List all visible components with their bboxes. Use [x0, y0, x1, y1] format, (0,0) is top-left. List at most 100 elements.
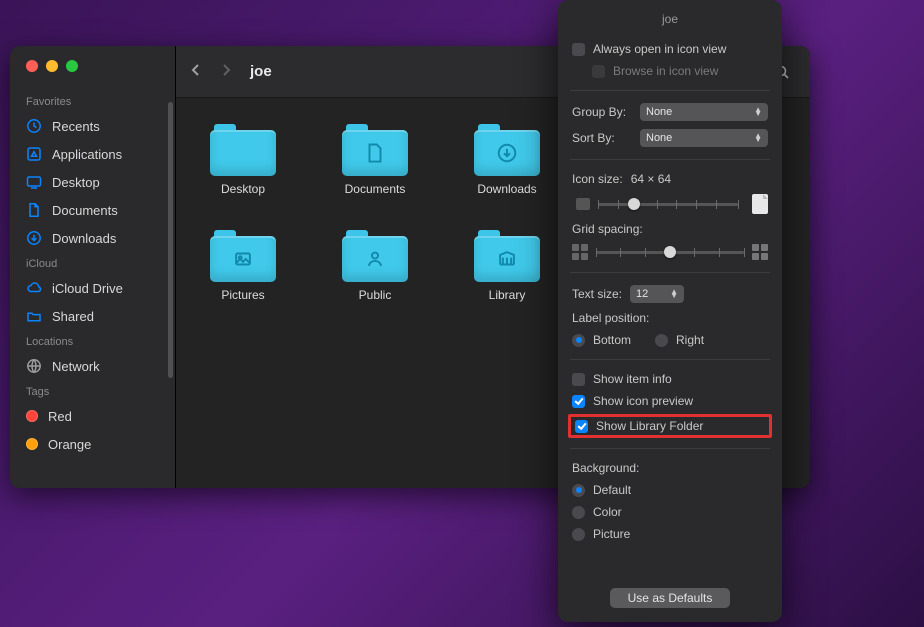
view-options-panel: joe Always open in icon view Browse in i…	[558, 0, 782, 622]
fullscreen-window-button[interactable]	[66, 60, 78, 72]
sidebar-tag-red[interactable]: Red	[10, 402, 175, 430]
sidebar-heading-favorites: Favorites	[10, 90, 175, 112]
folder-label: Public	[359, 288, 392, 302]
select-arrows-icon: ▲▼	[754, 134, 762, 142]
desktop-icon	[26, 174, 42, 190]
folder-documents[interactable]: Documents	[332, 124, 418, 196]
sidebar-scrollbar[interactable]	[168, 102, 173, 378]
select-value: 12	[636, 288, 648, 300]
show-item-info-row[interactable]: Show item info	[572, 372, 768, 386]
grid-spacing-slider-row	[572, 244, 768, 260]
checkbox-unchecked-icon	[572, 373, 585, 386]
background-color-row[interactable]: Color	[572, 505, 768, 519]
sidebar-item-icloud-drive[interactable]: iCloud Drive	[10, 274, 175, 302]
grid-spacing-label-row: Grid spacing:	[572, 222, 768, 236]
sidebar-item-desktop[interactable]: Desktop	[10, 168, 175, 196]
background-default-row[interactable]: Default	[572, 483, 768, 497]
checkbox-unchecked-icon	[572, 43, 585, 56]
sidebar-tag-orange[interactable]: Orange	[10, 430, 175, 458]
icon-size-slider[interactable]	[598, 196, 738, 212]
document-icon	[26, 202, 42, 218]
minimize-window-button[interactable]	[46, 60, 58, 72]
folder-icon	[210, 230, 276, 282]
label-position-radios: Bottom Right	[572, 333, 768, 347]
background-label: Background:	[572, 461, 639, 475]
radio-color[interactable]	[572, 506, 585, 519]
folder-label: Desktop	[221, 182, 265, 196]
text-size-label: Text size:	[572, 287, 622, 301]
clock-icon	[26, 118, 42, 134]
folder-downloads[interactable]: Downloads	[464, 124, 550, 196]
background-label-row: Background:	[572, 461, 768, 475]
sidebar-item-label: Recents	[52, 119, 100, 134]
use-as-defaults-button[interactable]: Use as Defaults	[610, 588, 731, 608]
separator	[570, 448, 770, 449]
sidebar-item-recents[interactable]: Recents	[10, 112, 175, 140]
sidebar-item-label: Downloads	[52, 231, 116, 246]
sidebar-heading-icloud: iCloud	[10, 252, 175, 274]
folder-desktop[interactable]: Desktop	[200, 124, 286, 196]
folder-pictures[interactable]: Pictures	[200, 230, 286, 302]
radio-label: Picture	[593, 527, 630, 541]
checkbox-disabled-icon	[592, 65, 605, 78]
grid-spacing-slider[interactable]	[596, 244, 744, 260]
grid-large-icon	[752, 244, 768, 260]
sort-by-select[interactable]: None ▲▼	[640, 129, 768, 147]
small-folder-icon	[576, 198, 590, 210]
radio-bottom[interactable]	[572, 334, 585, 347]
select-arrows-icon: ▲▼	[754, 108, 762, 116]
icon-size-value: 64 × 64	[631, 172, 671, 186]
folder-icon	[474, 124, 540, 176]
applications-icon	[26, 146, 42, 162]
group-by-select[interactable]: None ▲▼	[640, 103, 768, 121]
tag-dot-red-icon	[26, 410, 38, 422]
folder-icon	[342, 230, 408, 282]
sidebar-item-label: Red	[48, 409, 72, 424]
separator	[570, 90, 770, 91]
folder-icon	[342, 124, 408, 176]
sidebar-item-shared[interactable]: Shared	[10, 302, 175, 330]
icon-size-label: Icon size:	[572, 172, 623, 186]
forward-button[interactable]	[220, 62, 232, 81]
group-by-label: Group By:	[572, 105, 632, 119]
window-controls	[10, 60, 175, 72]
sidebar-item-label: iCloud Drive	[52, 281, 123, 296]
radio-right[interactable]	[655, 334, 668, 347]
panel-footer: Use as Defaults	[572, 578, 768, 608]
panel-title: joe	[572, 8, 768, 34]
text-size-row: Text size: 12 ▲▼	[572, 285, 768, 303]
large-page-icon	[752, 194, 768, 214]
finder-sidebar: Favorites Recents Applications Desktop D…	[10, 46, 176, 488]
group-by-row: Group By: None ▲▼	[572, 103, 768, 121]
folder-public[interactable]: Public	[332, 230, 418, 302]
checkbox-checked-icon	[575, 420, 588, 433]
sidebar-item-network[interactable]: Network	[10, 352, 175, 380]
checkbox-label: Show Library Folder	[596, 419, 703, 433]
checkbox-label: Show item info	[593, 372, 672, 386]
background-picture-row[interactable]: Picture	[572, 527, 768, 541]
show-library-folder-row[interactable]: Show Library Folder	[568, 414, 772, 438]
close-window-button[interactable]	[26, 60, 38, 72]
cloud-icon	[26, 280, 42, 296]
sort-by-label: Sort By:	[572, 131, 632, 145]
sidebar-item-label: Network	[52, 359, 100, 374]
separator	[570, 272, 770, 273]
slider-thumb[interactable]	[628, 198, 640, 210]
tag-dot-orange-icon	[26, 438, 38, 450]
radio-label: Color	[593, 505, 622, 519]
sidebar-item-label: Documents	[52, 203, 118, 218]
select-value: None	[646, 132, 672, 144]
radio-default[interactable]	[572, 484, 585, 497]
sidebar-item-applications[interactable]: Applications	[10, 140, 175, 168]
sidebar-item-documents[interactable]: Documents	[10, 196, 175, 224]
radio-picture[interactable]	[572, 528, 585, 541]
show-icon-preview-row[interactable]: Show icon preview	[572, 394, 768, 408]
folder-library[interactable]: Library	[464, 230, 550, 302]
browse-checkbox-row: Browse in icon view	[572, 64, 768, 78]
slider-thumb[interactable]	[664, 246, 676, 258]
sidebar-item-downloads[interactable]: Downloads	[10, 224, 175, 252]
text-size-select[interactable]: 12 ▲▼	[630, 285, 684, 303]
radio-label: Right	[676, 333, 704, 347]
always-open-checkbox-row[interactable]: Always open in icon view	[572, 42, 768, 56]
back-button[interactable]	[190, 62, 202, 81]
